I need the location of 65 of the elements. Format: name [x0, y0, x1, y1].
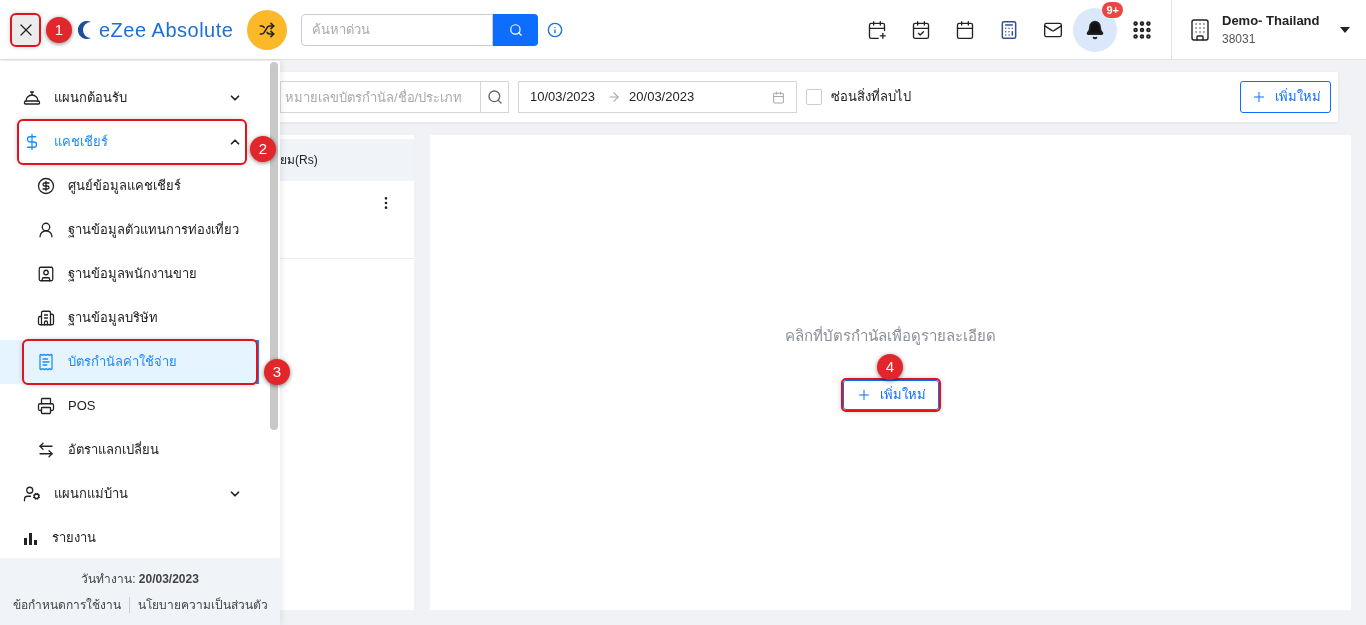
person-icon: [37, 221, 55, 239]
menu-item[interactable]: อัตราแลกเปลี่ยน: [24, 429, 256, 471]
date-range-field[interactable]: 10/03/2023 20/03/2023: [518, 81, 797, 113]
property-name: Demo- Thailand: [1222, 11, 1321, 30]
menu-label: แคชเชียร์: [54, 133, 108, 152]
shuffle-button[interactable]: [247, 9, 288, 50]
property-code: 38031: [1222, 31, 1257, 49]
menu-item[interactable]: ศูนย์ข้อมูลแคชเชียร์: [24, 165, 256, 207]
menu-item[interactable]: ฐานข้อมูลตัวแทนการท่องเที่ยว: [24, 209, 256, 251]
menu-label: แผนกแม่บ้าน: [54, 485, 128, 504]
apps-grid-icon[interactable]: [1131, 18, 1153, 41]
quick-search-field[interactable]: ค้นหาด่วน: [301, 13, 494, 46]
menu-item[interactable]: ฐานข้อมูลบริษัท: [24, 297, 256, 339]
work-date: วันทำงาน: 20/03/2023: [81, 570, 199, 588]
menu-label: อัตราแลกเปลี่ยน: [68, 440, 159, 460]
search-icon: [508, 22, 523, 37]
arrow-right-icon: [607, 90, 622, 104]
property-building-icon: [1188, 17, 1212, 42]
hide-deleted-label: ซ่อนสิ่งที่ลบไป: [831, 87, 911, 107]
footer-link[interactable]: ข้อกำหนดการใช้งาน: [12, 595, 121, 614]
calendar-check-icon[interactable]: [911, 19, 931, 40]
menu-item[interactable]: POS: [24, 385, 256, 427]
notification-button[interactable]: [1073, 7, 1117, 52]
column-header: ยม(Rs): [280, 139, 414, 181]
calendar-add-icon[interactable]: [867, 19, 887, 40]
dropdown-caret-icon[interactable]: [1340, 26, 1350, 33]
housekeeper-icon: [23, 485, 41, 503]
menu-group[interactable]: แผนกต้อนรับ: [19, 77, 245, 119]
billing-icon[interactable]: [999, 19, 1019, 40]
footer-link[interactable]: นโยบายความเป็นส่วนตัว: [137, 595, 268, 614]
calendar-icon: [772, 90, 785, 104]
menu-label: ฐานข้อมูลบริษัท: [68, 309, 158, 328]
menu-label: POS: [68, 397, 96, 416]
contact-card-icon: [37, 265, 55, 283]
bell-icon: [1085, 19, 1105, 40]
receipt-icon: [37, 353, 55, 371]
menu-group[interactable]: แผนกแม่บ้าน: [19, 473, 245, 515]
bar-chart-icon: [23, 530, 39, 546]
pos-terminal-icon: [37, 397, 55, 415]
close-button[interactable]: [12, 14, 39, 45]
bell-tray-icon: [23, 89, 41, 107]
exchange-arrows-icon: [37, 441, 55, 459]
menu-label: ฐานข้อมูลตัวแทนการท่องเที่ยว: [68, 220, 239, 240]
building-icon: [37, 309, 55, 327]
menu-label: แผนกต้อนรับ: [54, 89, 127, 108]
menu-label: บัตรกำนัลค่าใช้จ่าย: [68, 353, 177, 372]
notification-badge: 9+: [1102, 1, 1123, 18]
dollar-circle-icon: [37, 177, 55, 195]
shuffle-icon: [259, 21, 276, 38]
hide-deleted-checkbox[interactable]: [806, 89, 822, 105]
menu-item[interactable]: ฐานข้อมูลพนักงานขาย: [24, 253, 256, 295]
menu-group[interactable]: รายงาน: [19, 517, 245, 558]
info-icon[interactable]: [547, 21, 564, 38]
empty-message: คลิกที่บัตรกำนัลเพื่อดูรายละเอียด: [785, 325, 996, 347]
menu-label: รายงาน: [52, 529, 96, 548]
add-new-button[interactable]: เพิ่มใหม่: [842, 379, 939, 410]
menu-label: ฐานข้อมูลพนักงานขาย: [68, 265, 197, 284]
menu-label: ศูนย์ข้อมูลแคชเชียร์: [68, 177, 181, 196]
search-button[interactable]: [480, 81, 509, 113]
voucher-search-field[interactable]: หมายเลขบัตรกำนัล/ชื่อ/ประเภท: [280, 81, 480, 113]
add-new-button[interactable]: เพิ่มใหม่: [1240, 81, 1331, 113]
search-icon: [486, 89, 503, 105]
app-name: eZee Absolute: [99, 17, 234, 43]
search-button[interactable]: [493, 13, 539, 46]
calendar-icon[interactable]: [955, 19, 975, 40]
